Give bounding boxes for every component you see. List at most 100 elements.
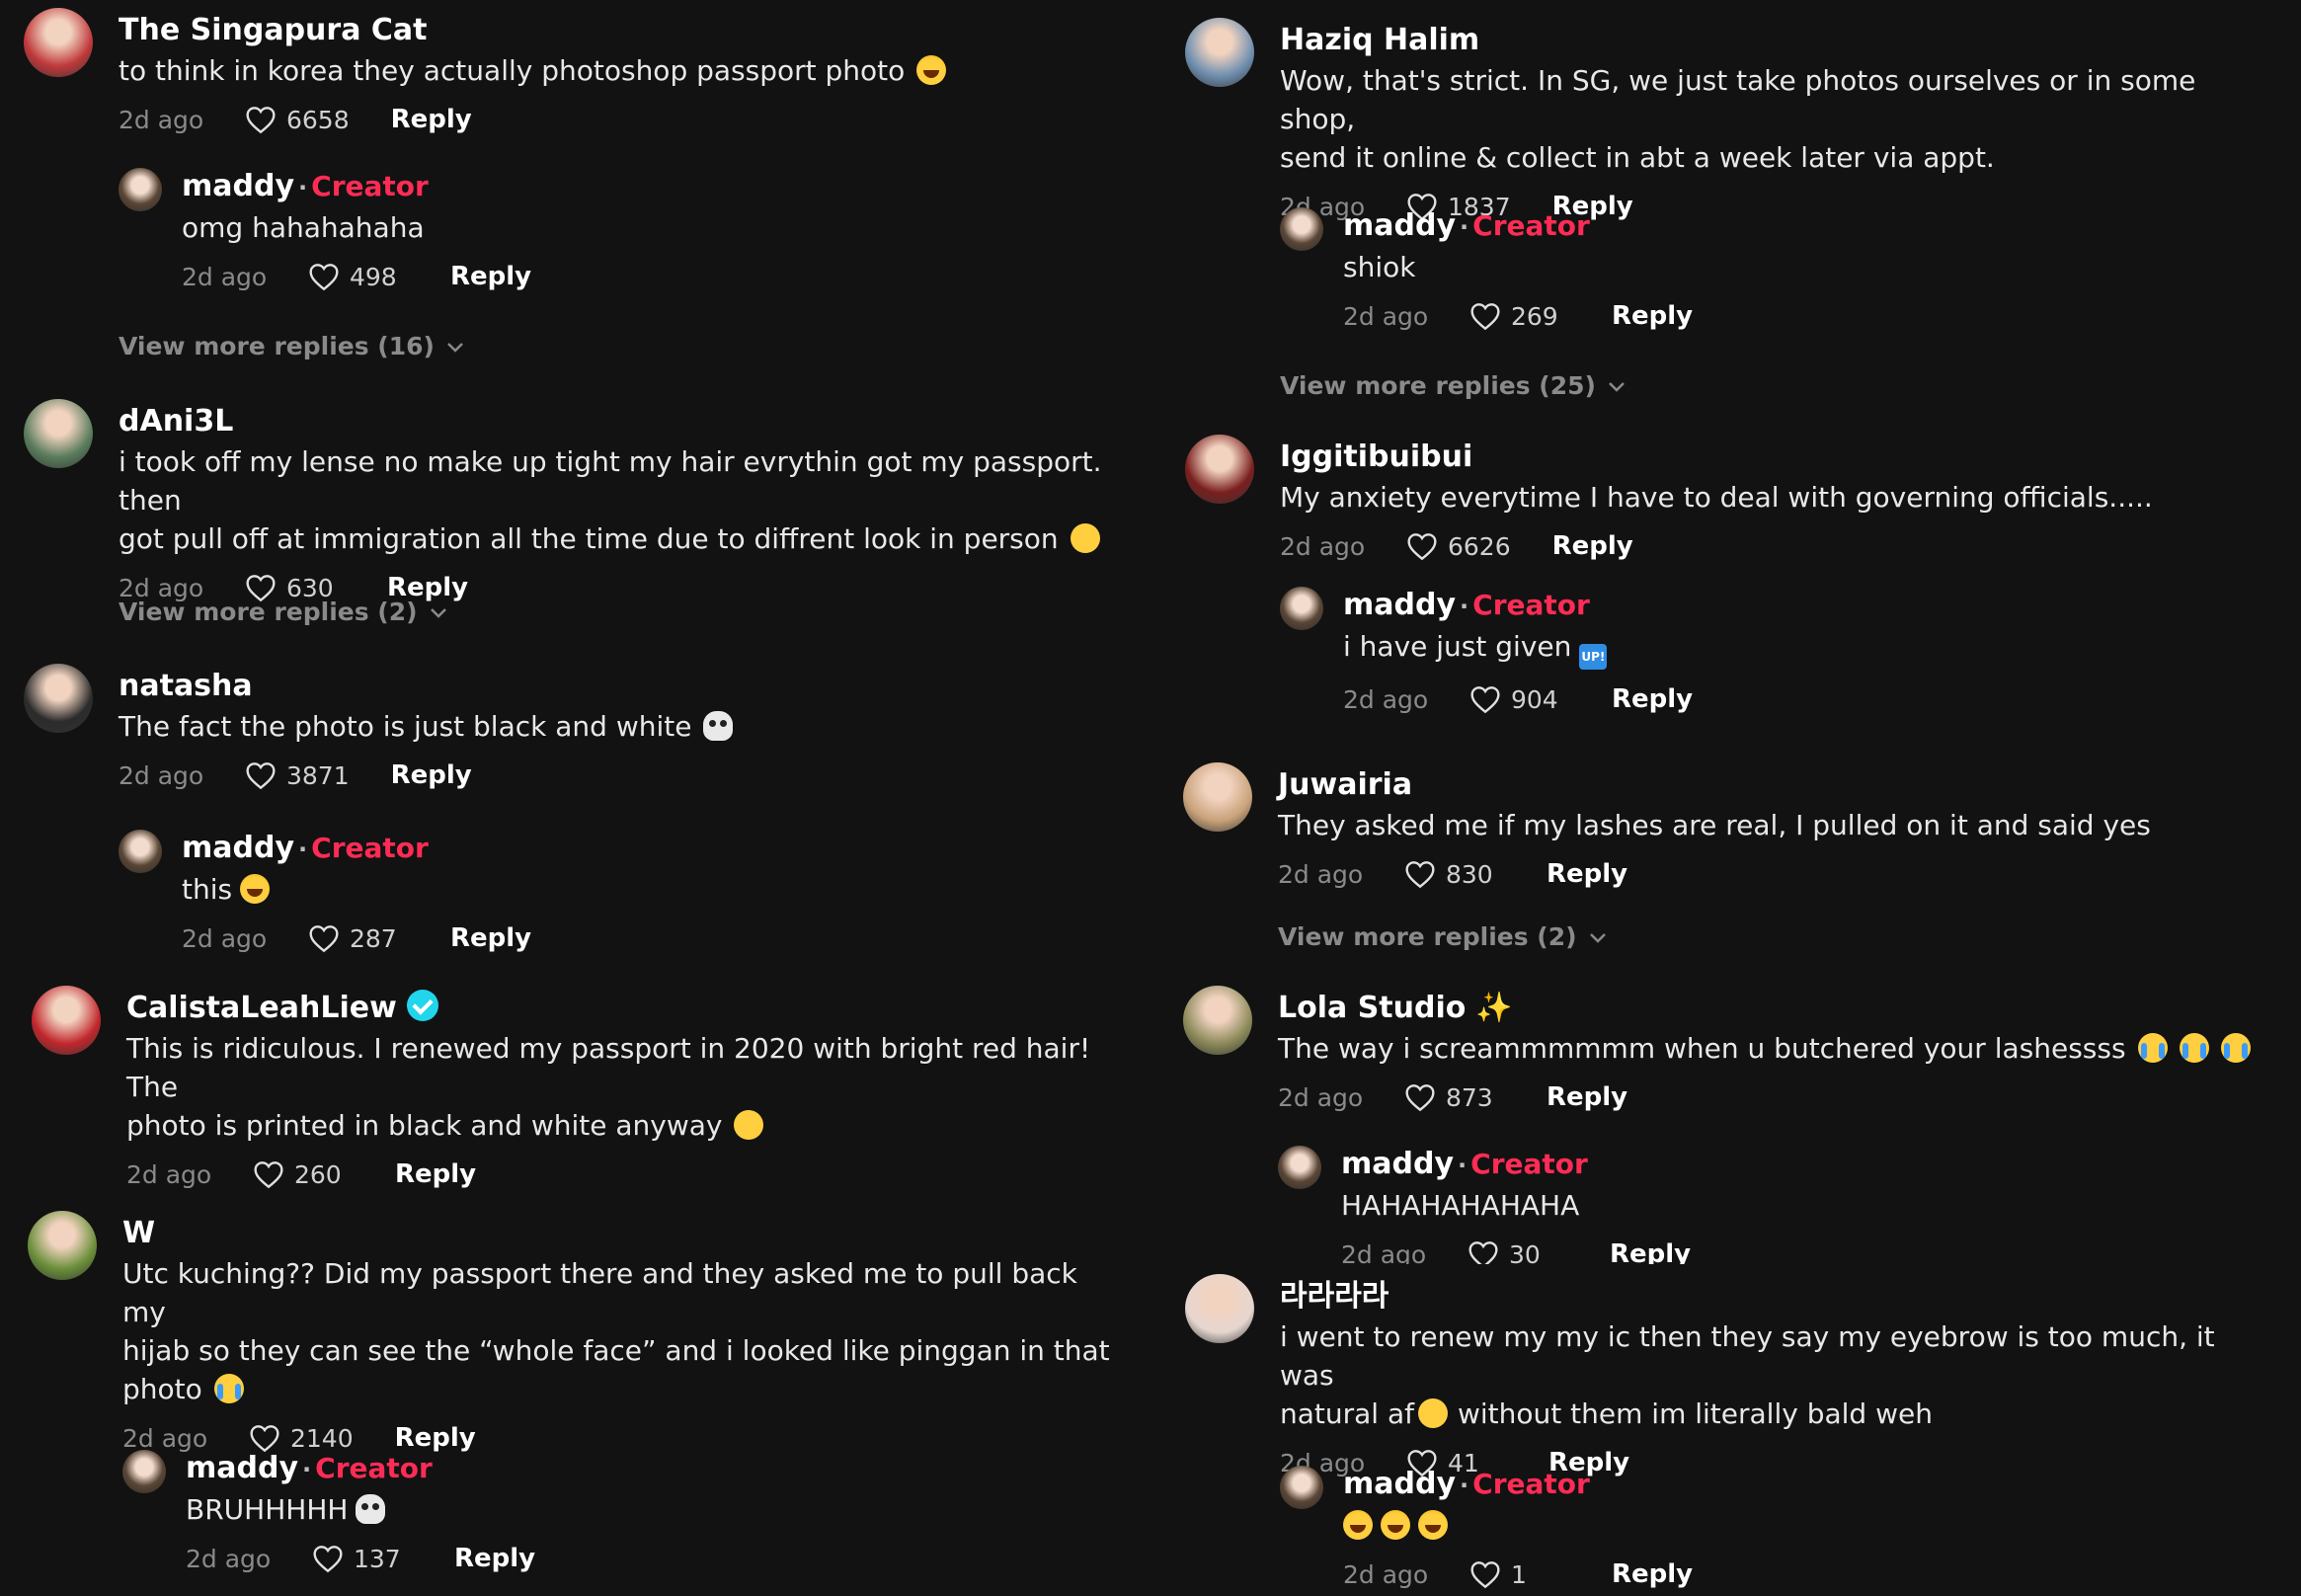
username-text[interactable]: maddy [182,831,294,865]
heart-icon[interactable] [253,1159,284,1189]
username-text[interactable]: W [122,1216,155,1250]
username[interactable]: Haziq Halim [1280,22,2267,59]
avatar[interactable] [32,986,101,1055]
reply-username[interactable]: maddy · Creator [1343,207,2153,246]
heart-icon[interactable] [245,760,277,790]
username-text[interactable]: maddy [1343,588,1456,622]
comment-text-content: i took off my lense no make up tight my … [119,445,1102,555]
creator-label: Creator [1472,589,1590,621]
avatar[interactable] [1280,587,1323,630]
avatar[interactable] [1185,1274,1254,1343]
reply-button[interactable]: Reply [395,1423,476,1453]
username-text[interactable]: CalistaLeahLiew [126,991,397,1025]
reply-button[interactable]: Reply [1547,859,1627,889]
username-text[interactable]: dAni3L [119,404,233,439]
reply-button[interactable]: Reply [450,262,531,291]
username[interactable]: CalistaLeahLiew [126,990,1114,1027]
avatar[interactable] [119,168,162,211]
heart-icon[interactable] [1469,301,1501,331]
avatar[interactable] [24,664,93,733]
reply-username[interactable]: maddy · Creator [1343,1466,2153,1504]
username-text[interactable]: Iggitibuibui [1280,439,1472,474]
reply-button[interactable]: Reply [1612,301,1693,331]
reply-button[interactable]: Reply [1612,684,1693,714]
avatar[interactable] [28,1211,97,1280]
username-text[interactable]: maddy [186,1451,298,1485]
comment-meta: 2d ago 498 Reply [182,259,992,294]
view-more-label[interactable]: View more replies (25) [1280,371,1596,400]
reply-button[interactable]: Reply [450,923,531,953]
username-text[interactable]: maddy [1343,1467,1456,1501]
avatar[interactable] [1280,207,1323,251]
heart-icon[interactable] [1469,1559,1501,1589]
username[interactable]: Iggitibuibui [1280,439,2267,476]
avatar[interactable] [122,1450,166,1493]
view-more-replies[interactable]: View more replies (2) [119,598,447,626]
reply-username[interactable]: maddy · Creator [1341,1146,2151,1184]
username-text[interactable]: natasha [119,669,253,703]
heart-icon[interactable] [1469,684,1501,714]
username[interactable]: dAni3L [119,403,1106,440]
reply-username[interactable]: maddy · Creator [182,830,992,868]
heart-icon[interactable] [1468,1239,1499,1264]
reply-button[interactable]: Reply [1552,531,1633,561]
username-text[interactable]: Haziq Halim [1280,23,1479,57]
heart-icon[interactable] [1404,1082,1436,1112]
view-more-replies[interactable]: View more replies (16) [119,332,464,360]
reply-username[interactable]: maddy · Creator [182,168,992,206]
reply-button[interactable]: Reply [1610,1239,1691,1264]
heart-icon[interactable] [308,923,340,953]
reply-body: maddy · Creator HAHAHAHAHAHA 2d ago 30 Reply [1341,1146,2151,1264]
comment-text: Utc kuching?? Did my passport there and … [122,1254,1110,1408]
avatar[interactable] [1185,18,1254,87]
view-more-label[interactable]: View more replies (16) [119,332,435,360]
reply-button[interactable]: Reply [391,105,472,134]
username-text[interactable]: 라라라라 [1280,1279,1389,1314]
comment-meta: 2d ago 6626 Reply [1280,528,2267,564]
username-text[interactable]: maddy [1343,208,1456,243]
view-more-label[interactable]: View more replies (2) [119,598,418,626]
username[interactable]: Juwairia [1278,766,2265,804]
username-text[interactable]: maddy [1341,1147,1454,1181]
avatar[interactable] [1183,762,1252,832]
reply-button[interactable]: Reply [1547,1082,1627,1112]
comment-meta: 2d ago 287 Reply [182,920,992,956]
like-count: 269 [1511,301,1558,331]
username-text[interactable]: The Singapura Cat [119,13,428,47]
username[interactable]: Lola Studio ✨ [1278,990,2265,1027]
reply-username[interactable]: maddy · Creator [1343,587,2153,625]
heart-icon[interactable] [312,1544,344,1573]
avatar[interactable] [24,399,93,468]
like-count: 287 [350,923,397,953]
avatar[interactable] [1185,435,1254,504]
username-text[interactable]: maddy [182,169,294,203]
heart-icon[interactable] [308,262,340,291]
heart-icon[interactable] [249,1423,280,1453]
username[interactable]: 라라라라 [1280,1278,2267,1316]
username[interactable]: The Singapura Cat [119,12,1106,49]
timestamp: 2d ago [119,760,204,790]
reply-button[interactable]: Reply [391,760,472,790]
avatar[interactable] [1280,1466,1323,1509]
username-text[interactable]: Lola Studio [1278,991,1466,1025]
heart-icon[interactable] [1404,859,1436,889]
username[interactable]: W [122,1215,1110,1252]
username-text[interactable]: Juwairia [1278,767,1412,802]
heart-icon[interactable] [1406,531,1438,561]
reply-username[interactable]: maddy · Creator [186,1450,995,1488]
verified-badge-icon [406,990,438,1021]
avatar[interactable] [1278,1146,1321,1189]
reply-button[interactable]: Reply [1612,1559,1693,1589]
heart-icon[interactable] [245,105,277,134]
view-more-replies[interactable]: View more replies (25) [1280,371,1626,400]
reply-button[interactable]: Reply [395,1159,476,1189]
avatar[interactable] [119,830,162,873]
reply-text-content: BRUHHHHH [186,1493,349,1526]
grin-emoji-icon [1070,523,1100,553]
username[interactable]: natasha [119,668,1106,705]
view-more-replies[interactable]: View more replies (2) [1278,922,1607,951]
avatar[interactable] [1183,986,1252,1055]
avatar[interactable] [24,8,93,77]
view-more-label[interactable]: View more replies (2) [1278,922,1577,951]
reply-button[interactable]: Reply [454,1544,535,1573]
